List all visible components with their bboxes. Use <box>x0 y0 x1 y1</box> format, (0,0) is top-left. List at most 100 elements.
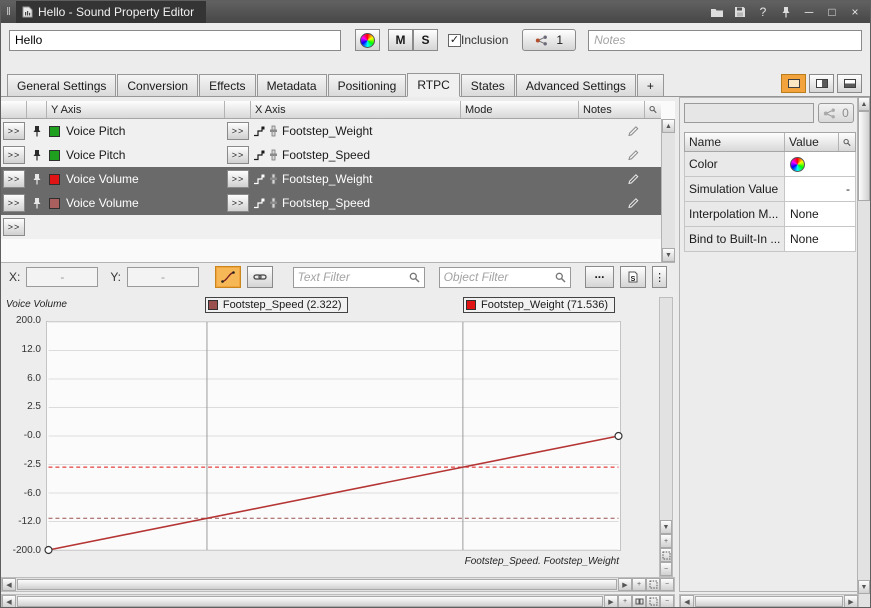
edit-notes-icon[interactable] <box>627 125 639 137</box>
maximize-icon[interactable]: □ <box>824 4 840 20</box>
scroll-left-icon[interactable]: ◀ <box>2 578 16 591</box>
tab-effects[interactable]: Effects <box>199 74 255 96</box>
tab-advanced-settings[interactable]: Advanced Settings <box>516 74 636 96</box>
color-wheel-icon[interactable] <box>790 157 805 172</box>
tab-positioning[interactable]: Positioning <box>328 74 407 96</box>
scroll-thumb[interactable] <box>695 596 843 607</box>
close-icon[interactable]: × <box>847 4 863 20</box>
plot-area[interactable] <box>46 321 621 551</box>
rtpc-graph[interactable]: Voice Volume 200.012.06.02.5-0.0-2.5-6.0… <box>1 291 675 577</box>
scroll-track[interactable] <box>662 133 675 248</box>
object-filter-box[interactable] <box>439 267 571 288</box>
fit-width-icon[interactable] <box>632 595 646 608</box>
tab-metadata[interactable]: Metadata <box>257 74 327 96</box>
dock-grip-icon[interactable]: ‖ <box>1 6 16 18</box>
scroll-down-icon[interactable]: ▼ <box>858 580 870 594</box>
notes-cell[interactable] <box>579 173 645 185</box>
property-search-input[interactable] <box>684 103 814 123</box>
scroll-up-icon[interactable]: ▲ <box>662 119 675 133</box>
doc-s-button[interactable]: S <box>620 266 646 288</box>
table-search-icon[interactable] <box>645 101 661 118</box>
inclusion-checkbox[interactable]: ✓ <box>448 34 461 47</box>
x-coordinate-input[interactable] <box>26 267 98 287</box>
mute-button[interactable]: M <box>388 29 413 51</box>
zoom-in-icon[interactable]: + <box>618 595 632 608</box>
header-notes[interactable]: Notes <box>579 101 645 118</box>
property-share-button[interactable]: 0 <box>818 103 854 123</box>
open-file-icon[interactable] <box>709 4 725 20</box>
header-mode[interactable]: Mode <box>461 101 579 118</box>
zoom-out-icon[interactable]: − <box>660 595 674 608</box>
notes-cell[interactable] <box>579 125 645 137</box>
expand-x-button[interactable]: >> <box>227 194 249 212</box>
rtpc-row[interactable]: >> Voice Pitch >> Footstep_Speed <box>1 143 661 167</box>
header-name[interactable]: Name <box>685 133 785 151</box>
panel-horizontal-scrollbar[interactable]: ◀ ▶ <box>679 594 859 608</box>
share-button[interactable]: 1 <box>522 29 576 51</box>
curve-mode-toggle[interactable] <box>215 266 241 288</box>
window-vertical-scrollbar[interactable]: ▲ ▼ <box>857 97 870 594</box>
scroll-up-icon[interactable]: ▲ <box>858 97 870 111</box>
help-icon[interactable]: ? <box>755 4 771 20</box>
rtpc-cursor-label[interactable]: Footstep_Speed (2.322) <box>205 297 349 313</box>
property-value[interactable]: - <box>784 177 856 202</box>
text-filter-input[interactable] <box>298 270 406 284</box>
notes-cell[interactable] <box>579 149 645 161</box>
tab-rtpc[interactable]: RTPC <box>407 73 459 97</box>
zoom-out-icon[interactable]: − <box>660 562 672 576</box>
expand-row-button[interactable]: >> <box>3 146 25 164</box>
expand-x-button[interactable]: >> <box>227 170 249 188</box>
scroll-down-icon[interactable]: ▼ <box>662 248 675 262</box>
scroll-track[interactable] <box>660 298 672 520</box>
save-icon[interactable] <box>732 4 748 20</box>
fit-view-icon[interactable] <box>646 595 660 608</box>
scroll-thumb[interactable] <box>858 111 870 201</box>
scroll-thumb[interactable] <box>17 596 603 607</box>
object-filter-input[interactable] <box>444 270 552 284</box>
rtpc-row[interactable]: >> Voice Pitch >> Footstep_Weight <box>1 119 661 143</box>
expand-row-button[interactable]: >> <box>3 194 25 212</box>
link-axes-button[interactable] <box>247 266 273 288</box>
graph-horizontal-scrollbar[interactable]: ◀ ▶ + − <box>1 577 675 592</box>
tab-add[interactable]: + <box>637 74 664 96</box>
pin-icon[interactable] <box>27 125 47 137</box>
scroll-left-icon[interactable]: ◀ <box>680 595 694 608</box>
rtpc-cursor-label[interactable]: Footstep_Weight (71.536) <box>463 297 615 313</box>
scroll-right-icon[interactable]: ▶ <box>618 578 632 591</box>
property-value[interactable]: None <box>784 227 856 252</box>
object-name-input[interactable] <box>9 30 341 51</box>
pin-icon[interactable] <box>778 4 794 20</box>
menu-dots-button[interactable]: ⋮ <box>652 266 667 288</box>
view-mode-split-vertical-button[interactable] <box>809 74 834 93</box>
edit-notes-icon[interactable] <box>627 149 639 161</box>
notes-input[interactable] <box>588 30 862 51</box>
y-coordinate-input[interactable] <box>127 267 199 287</box>
scroll-down-icon[interactable]: ▼ <box>660 520 672 534</box>
view-mode-split-horizontal-button[interactable] <box>837 74 862 93</box>
zoom-in-icon[interactable]: + <box>632 578 646 591</box>
text-filter-box[interactable] <box>293 267 425 288</box>
main-horizontal-scrollbar[interactable]: ◀ ▶ + − <box>1 594 675 608</box>
fit-view-icon[interactable] <box>646 578 660 591</box>
scroll-track[interactable] <box>858 201 870 580</box>
tab-conversion[interactable]: Conversion <box>117 74 198 96</box>
header-value[interactable]: Value <box>785 133 839 151</box>
tab-general-settings[interactable]: General Settings <box>7 74 116 96</box>
scroll-right-icon[interactable]: ▶ <box>604 595 618 608</box>
property-value[interactable]: None <box>784 202 856 227</box>
expand-row-button[interactable]: >> <box>3 170 25 188</box>
table-search-icon[interactable] <box>839 133 855 151</box>
pin-icon[interactable] <box>27 149 47 161</box>
edit-notes-icon[interactable] <box>627 197 639 209</box>
zoom-out-icon[interactable]: − <box>660 578 674 591</box>
minimize-icon[interactable]: ─ <box>801 4 817 20</box>
rtpc-row-empty[interactable]: >> <box>1 215 661 239</box>
pin-icon[interactable] <box>27 197 47 209</box>
solo-button[interactable]: S <box>413 29 438 51</box>
scroll-track[interactable] <box>694 595 844 608</box>
rtpc-row-selected[interactable]: >> Voice Volume >> Footstep_Speed <box>1 191 661 215</box>
header-y-axis[interactable]: Y Axis <box>47 101 225 118</box>
tab-states[interactable]: States <box>461 74 515 96</box>
graph-vertical-scrollbar[interactable]: ▼ + − <box>659 297 673 577</box>
expand-x-button[interactable]: >> <box>227 146 249 164</box>
